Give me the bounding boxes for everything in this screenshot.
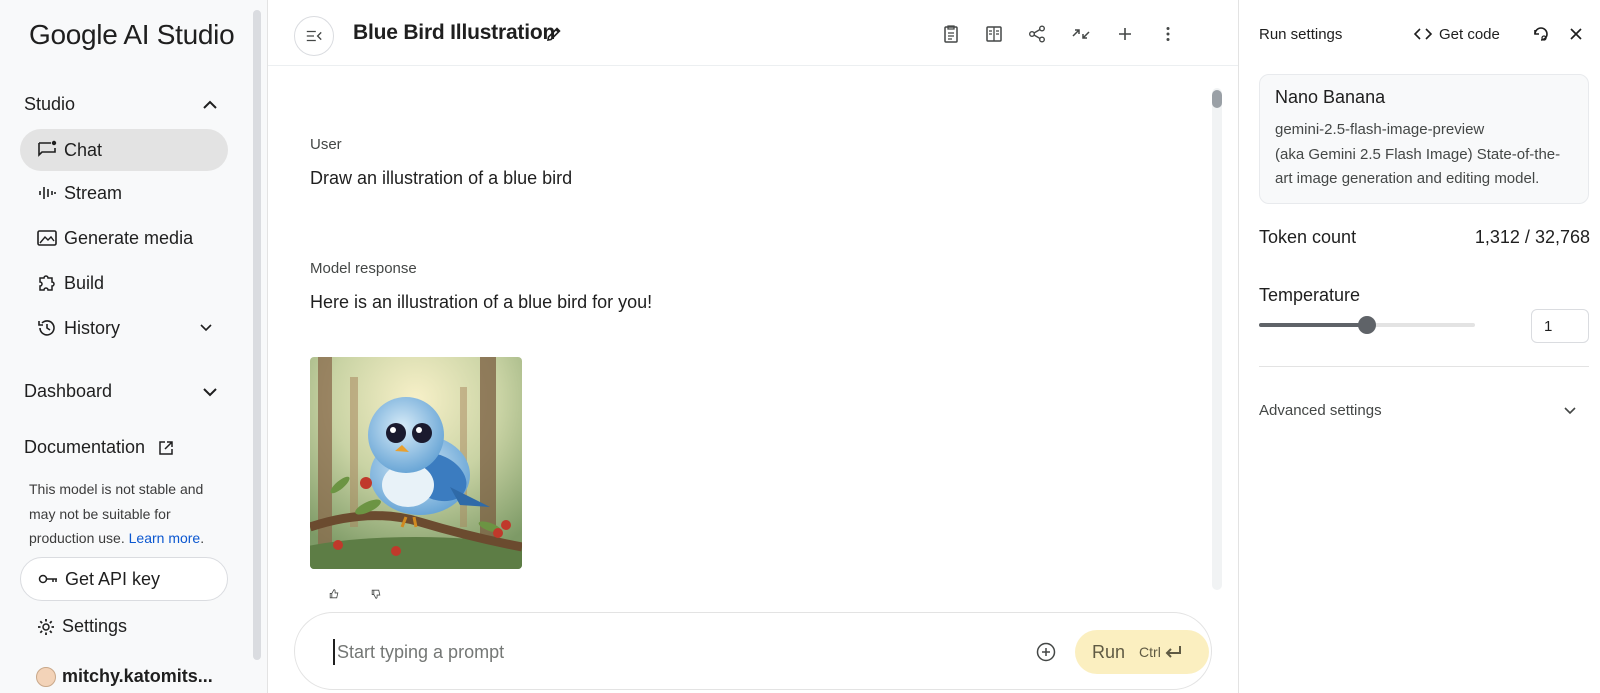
- collapse-menu-icon: [306, 30, 322, 42]
- sidebar-item-label: Build: [64, 272, 105, 293]
- model-id: gemini-2.5-flash-image-preview: [1275, 121, 1485, 138]
- documentation-link[interactable]: Documentation: [24, 437, 175, 458]
- get-code-label: Get code: [1439, 25, 1500, 43]
- model-name: Nano Banana: [1275, 87, 1386, 107]
- edit-title-icon[interactable]: [544, 24, 564, 44]
- prompt-input[interactable]: [333, 639, 973, 665]
- get-code-button[interactable]: Get code: [1413, 25, 1500, 43]
- clipboard-icon[interactable]: [941, 24, 961, 44]
- page-title: Blue Bird Illustration: [353, 21, 556, 44]
- studio-section-header[interactable]: Studio: [24, 94, 220, 115]
- chevron-up-icon: [203, 100, 217, 109]
- gear-icon: [38, 618, 54, 635]
- run-label: Run: [1092, 641, 1126, 662]
- blue-bird-illustration: [310, 357, 522, 569]
- temperature-slider[interactable]: [1259, 315, 1475, 335]
- model-response-label: Model response: [310, 260, 417, 277]
- more-vert-icon[interactable]: [1158, 24, 1178, 44]
- toggle-sidebar-button[interactable]: [294, 16, 334, 56]
- run-settings-title: Run settings: [1259, 26, 1343, 43]
- reset-settings-icon[interactable]: [1531, 24, 1551, 44]
- advanced-settings-label[interactable]: Advanced settings: [1259, 402, 1382, 419]
- token-count-label: Token count: [1259, 227, 1357, 247]
- chat-scrollbar-thumb[interactable]: [1212, 90, 1222, 108]
- sidebar-item-history[interactable]: History: [20, 307, 228, 349]
- learn-more-link[interactable]: Learn more: [129, 530, 201, 546]
- close-icon[interactable]: [1566, 24, 1586, 44]
- top-toolbar: Blue Bird Illustration: [268, 0, 1238, 66]
- sidebar-item-stream[interactable]: Stream: [20, 172, 228, 214]
- plus-icon[interactable]: [1115, 24, 1135, 44]
- sidebar-item-settings[interactable]: Settings: [36, 616, 127, 637]
- documentation-label: Documentation: [24, 437, 146, 457]
- api-key-label: Get API key: [65, 568, 161, 589]
- history-icon: [38, 320, 55, 336]
- dashboard-section-header[interactable]: Dashboard: [24, 381, 220, 402]
- user-message-label: User: [310, 136, 342, 153]
- sidebar-item-chat[interactable]: Chat: [20, 129, 228, 171]
- temperature-input[interactable]: [1531, 309, 1589, 343]
- model-response-text: Here is an illustration of a blue bird f…: [310, 292, 653, 312]
- chevron-down-icon: [203, 387, 217, 396]
- chat-scrollbar[interactable]: [1212, 88, 1222, 590]
- thumbs-up-icon[interactable]: [323, 588, 345, 600]
- model-description: (aka Gemini 2.5 Flash Image) State-of-th…: [1275, 145, 1561, 188]
- chat-icon: [38, 140, 57, 157]
- model-selector-card[interactable]: Nano Banana gemini-2.5-flash-image-previ…: [1259, 74, 1589, 204]
- settings-label: Settings: [62, 616, 128, 636]
- user-account[interactable]: mitchy.katomits...: [36, 666, 213, 687]
- app-logo[interactable]: Google AI Studio: [29, 19, 235, 51]
- sidebar-item-label: Generate media: [64, 227, 194, 248]
- slider-fill: [1259, 323, 1367, 327]
- run-button[interactable]: Run Ctrl: [1075, 630, 1209, 674]
- sidebar-item-generate-media[interactable]: Generate media: [20, 217, 228, 259]
- main-chat-area: Blue Bird Illustration User Draw an illu…: [268, 0, 1238, 693]
- slider-handle[interactable]: [1358, 316, 1376, 334]
- run-settings-panel: Run settings Get code Nano Banana gemini…: [1238, 0, 1600, 693]
- divider: [1259, 366, 1589, 367]
- avatar: [36, 666, 56, 687]
- share-icon[interactable]: [1027, 24, 1047, 44]
- image-icon: [37, 230, 57, 246]
- sidebar-scrollbar[interactable]: [253, 10, 261, 660]
- compare-icon[interactable]: [984, 24, 1004, 44]
- generated-bird-image[interactable]: [310, 357, 522, 569]
- chevron-down-icon[interactable]: [1561, 401, 1579, 419]
- studio-label: Studio: [24, 94, 76, 114]
- enter-key-icon: [1165, 646, 1181, 658]
- key-icon: [38, 574, 57, 584]
- sidebar-item-label: History: [64, 317, 121, 338]
- external-link-icon: [159, 440, 173, 455]
- add-media-icon[interactable]: [1035, 641, 1057, 663]
- token-count-value: 1,312 / 32,768: [1474, 227, 1590, 247]
- model-stability-note: This model is not stable and may not be …: [29, 477, 229, 551]
- code-icon: [1413, 28, 1433, 40]
- thumbs-down-icon[interactable]: [365, 588, 387, 600]
- run-shortcut: Ctrl: [1139, 644, 1161, 660]
- dashboard-label: Dashboard: [24, 381, 113, 401]
- user-message-text: Draw an illustration of a blue bird: [310, 168, 573, 188]
- get-api-key-button[interactable]: Get API key: [20, 557, 228, 601]
- puzzle-icon: [39, 275, 55, 291]
- sidebar-item-build[interactable]: Build: [20, 262, 228, 304]
- compress-icon[interactable]: [1071, 24, 1091, 44]
- user-name: mitchy.katomits...: [62, 666, 213, 686]
- sidebar-item-label: Chat: [64, 139, 103, 160]
- sidebar-item-label: Stream: [64, 182, 123, 203]
- waveform-icon: [39, 187, 56, 199]
- prompt-box: Run Ctrl: [294, 612, 1212, 690]
- note-end: .: [200, 530, 205, 546]
- temperature-label: Temperature: [1259, 285, 1361, 305]
- chevron-down-icon: [200, 324, 212, 332]
- left-sidebar: Google AI Studio Studio Chat Stream Gene…: [0, 0, 268, 693]
